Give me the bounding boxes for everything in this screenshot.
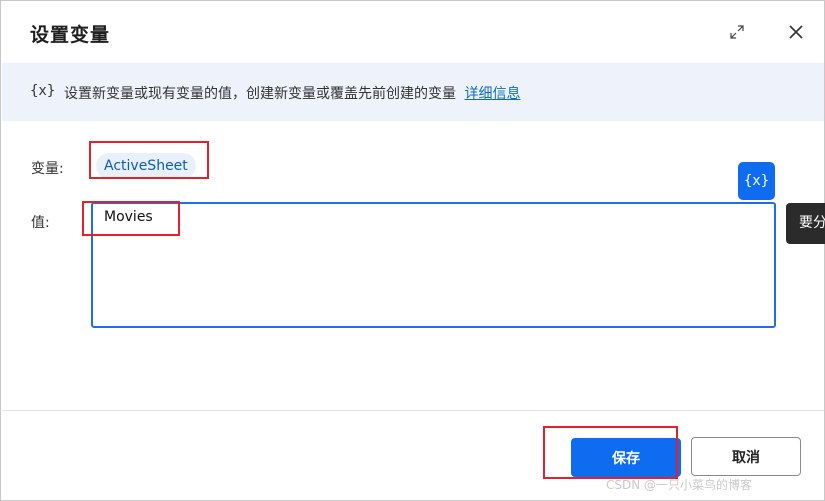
close-icon[interactable] xyxy=(786,22,806,42)
dialog-title: 设置变量 xyxy=(30,24,111,46)
value-input-text: Movies xyxy=(104,209,153,225)
watermark: CSDN @一只小菜鸟的博客 xyxy=(606,478,753,492)
value-input[interactable] xyxy=(91,202,776,328)
insert-variable-button[interactable]: {x} xyxy=(738,162,775,200)
tooltip: 要分 xyxy=(786,203,825,244)
expand-icon[interactable] xyxy=(728,23,746,41)
save-button[interactable]: 保存 xyxy=(571,438,681,477)
value-label: 值: xyxy=(31,215,50,231)
variable-icon: {x} xyxy=(30,83,56,99)
info-bar: {x} 设置新变量或现有变量的值，创建新变量或覆盖先前创建的变量 详细信息 xyxy=(2,63,824,121)
more-info-link[interactable]: 详细信息 xyxy=(464,86,520,102)
variable-name-chip[interactable]: ActiveSheet xyxy=(96,153,196,179)
set-variable-dialog: 设置变量 {x} 设置新变量或现有变量的值，创建新变量或覆盖先前创建的变量 详细… xyxy=(0,0,825,501)
info-text: 设置新变量或现有变量的值，创建新变量或覆盖先前创建的变量 xyxy=(64,86,456,102)
footer-divider xyxy=(2,410,824,411)
variable-label: 变量: xyxy=(31,161,64,177)
info-description: 设置新变量或现有变量的值，创建新变量或覆盖先前创建的变量 详细信息 xyxy=(64,83,520,103)
cancel-button[interactable]: 取消 xyxy=(691,437,801,476)
